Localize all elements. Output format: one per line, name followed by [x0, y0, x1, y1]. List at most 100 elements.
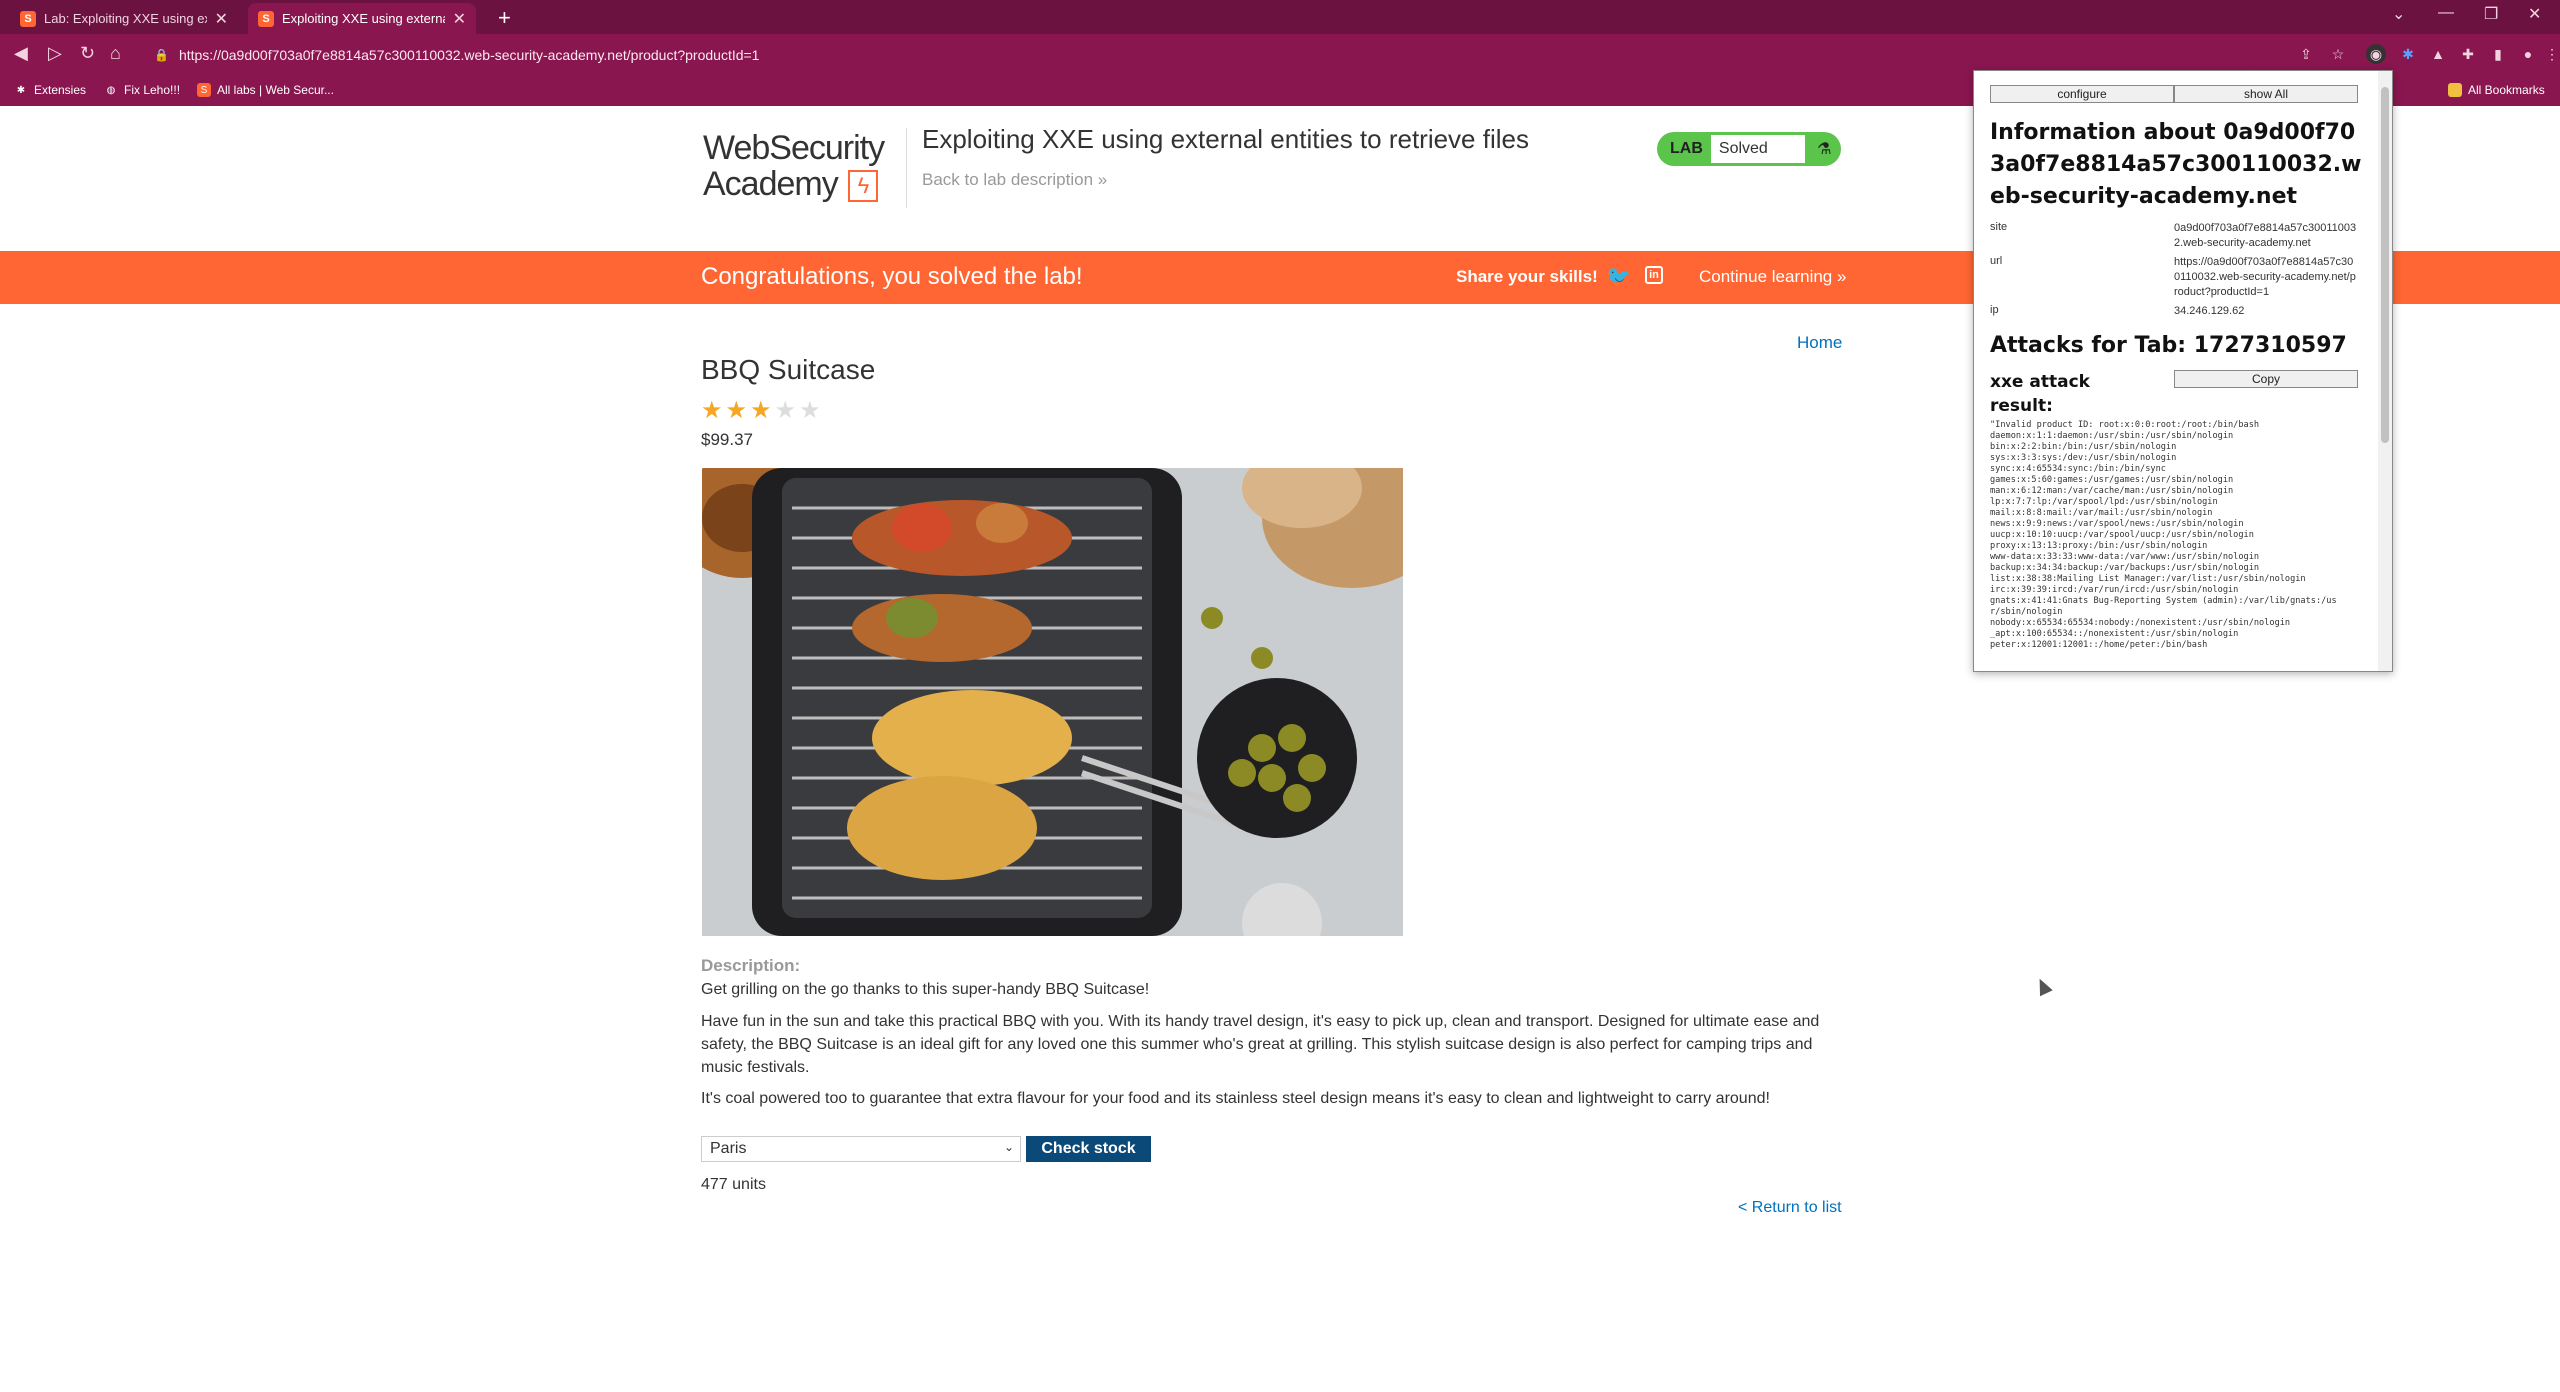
home-link[interactable]: Home	[1797, 333, 1842, 353]
url-text: https://0a9d00f703a0f7e8814a57c300110032…	[178, 47, 760, 63]
address-bar[interactable]: 🔒 https://0a9d00f703a0f7e8814a57c3001100…	[146, 40, 2256, 70]
close-tab-icon[interactable]: ✕	[215, 9, 228, 29]
lab-title: Exploiting XXE using external entities t…	[922, 124, 1529, 154]
scrollbar-thumb[interactable]	[2381, 87, 2389, 443]
lightning-icon: ϟ	[848, 170, 878, 202]
return-to-list-link[interactable]: < Return to list	[1738, 1199, 1842, 1217]
lock-icon[interactable]: 🔒	[154, 48, 169, 62]
bookmark-fix-leho[interactable]: ◍ Fix Leho!!!	[104, 83, 180, 97]
portswigger-icon: S	[197, 83, 211, 97]
share-icon[interactable]: ⇪	[2296, 44, 2316, 64]
close-window-icon[interactable]: ✕	[2528, 4, 2541, 24]
logo-line2: Academy	[703, 165, 839, 203]
portswigger-favicon-icon: S	[20, 10, 36, 27]
linkedin-icon[interactable]: in	[1645, 266, 1663, 284]
continue-label: Continue learning	[1699, 267, 1833, 286]
lab-label: LAB	[1670, 140, 1703, 157]
ip-row: ip 34.246.129.62	[1990, 304, 2362, 319]
close-tab-icon[interactable]: ✕	[453, 9, 466, 29]
lab-status-badge: LAB Solved ⚗	[1657, 132, 1841, 166]
header-divider	[906, 128, 907, 208]
bookmark-all-labs[interactable]: S All labs | Web Secur...	[197, 83, 334, 97]
tab-lab-description[interactable]: S Lab: Exploiting XXE using extern ✕	[10, 3, 238, 34]
show-all-button[interactable]: show All	[2174, 85, 2358, 103]
congrats-message: Congratulations, you solved the lab!	[701, 263, 1083, 290]
description-paragraph: Have fun in the sun and take this practi…	[701, 1013, 1820, 1076]
home-icon[interactable]: ⌂	[110, 43, 121, 64]
url-value: https://0a9d00f703a0f7e8814a57c300110032…	[2174, 256, 2356, 298]
tab-active-lab[interactable]: S Exploiting XXE using external en ✕	[248, 3, 476, 34]
portswigger-favicon-icon: S	[258, 10, 274, 27]
restore-icon[interactable]: ❐	[2484, 4, 2498, 24]
ip-value: 34.246.129.62	[2174, 305, 2245, 317]
star-filled-icon: ★	[701, 397, 723, 424]
description-label: Description:	[701, 956, 801, 975]
configure-button[interactable]: configure	[1990, 85, 2174, 103]
mouse-cursor-icon	[2033, 975, 2053, 997]
extension-popup: configure show All Information about 0a9…	[1973, 70, 2393, 672]
bookmark-label: Fix Leho!!!	[124, 83, 181, 97]
browser-tab-bar: S Lab: Exploiting XXE using extern ✕ S E…	[0, 0, 2560, 34]
web-security-academy-logo[interactable]: WebSecurity Academy ϟ	[703, 130, 903, 206]
continue-learning-link[interactable]: Continue learning »	[1699, 267, 1846, 287]
back-link-label: Back to lab description	[922, 170, 1094, 189]
site-label: site	[1990, 221, 2008, 233]
popup-scrollbar[interactable]	[2378, 71, 2392, 671]
tab-title: Exploiting XXE using external en	[282, 11, 445, 26]
lab-status: Solved	[1710, 135, 1805, 163]
chevron-down-icon: ⌄	[1003, 1140, 1014, 1154]
new-tab-icon[interactable]: +	[498, 5, 511, 31]
bookmark-extensions[interactable]: ✱ Extensies	[14, 83, 86, 97]
back-to-lab-description-link[interactable]: Back to lab description »	[922, 170, 1107, 190]
extension-icon[interactable]: ▲	[2428, 44, 2448, 64]
tab-search-icon[interactable]: ⌄	[2392, 4, 2405, 24]
result-label: result:	[1990, 396, 2053, 416]
ip-label: ip	[1990, 304, 1999, 316]
extensions-icon[interactable]: ✚	[2458, 44, 2478, 64]
store-select-value: Paris	[710, 1140, 747, 1157]
all-bookmarks[interactable]: All Bookmarks	[2448, 83, 2545, 97]
back-icon[interactable]: ◀	[14, 43, 28, 64]
description-paragraph: It's coal powered too to guarantee that …	[701, 1090, 1770, 1107]
star-empty-icon: ★	[799, 397, 821, 424]
extension-active-icon[interactable]: ◉	[2366, 44, 2386, 64]
copy-button[interactable]: Copy	[2174, 370, 2358, 388]
tab-title: Lab: Exploiting XXE using extern	[44, 11, 207, 26]
site-value: 0a9d00f703a0f7e8814a57c300110032.web-sec…	[2174, 222, 2357, 249]
puzzle-icon: ✱	[16, 84, 26, 96]
chevron-right-icon: »	[1097, 170, 1108, 189]
attacks-heading: Attacks for Tab: 1727310597	[1990, 333, 2347, 358]
star-filled-icon: ★	[725, 397, 748, 424]
all-bookmarks-label: All Bookmarks	[2468, 83, 2545, 97]
twitter-icon[interactable]: 🐦	[1606, 264, 1631, 289]
bookmark-label: Extensies	[34, 83, 87, 97]
attack-name: xxe attack	[1990, 372, 2090, 392]
forward-icon[interactable]: ▷	[48, 43, 62, 64]
flask-icon: ⚗	[1810, 135, 1838, 163]
description-paragraph: Get grilling on the go thanks to this su…	[701, 981, 1150, 998]
globe-icon: ◍	[106, 84, 116, 96]
site-row: site 0a9d00f703a0f7e8814a57c300110032.we…	[1990, 221, 2362, 251]
star-filled-icon: ★	[750, 397, 772, 424]
profile-icon[interactable]: ●	[2518, 44, 2538, 64]
menu-icon[interactable]: ⋮	[2542, 44, 2560, 64]
side-panel-icon[interactable]: ▮	[2488, 44, 2508, 64]
bookmark-label: All labs | Web Secur...	[217, 83, 334, 97]
store-select[interactable]: Paris ⌄	[701, 1136, 1021, 1162]
info-heading: Information about 0a9d00f703a0f7e8814a57…	[1990, 120, 2362, 209]
bbq-photo-illustration	[702, 468, 1403, 936]
attack-result-text[interactable]: "Invalid product ID: root:x:0:0:root:/ro…	[1990, 420, 2362, 651]
extension-puzzle-blue-icon[interactable]: ✱	[2398, 44, 2418, 64]
product-image	[702, 468, 1403, 936]
bookmark-star-icon[interactable]: ☆	[2328, 44, 2348, 64]
check-stock-button[interactable]: Check stock	[1026, 1136, 1151, 1162]
logo-line1: WebSecurity	[703, 129, 885, 167]
attack-row: xxe attack result: Copy	[1990, 370, 2362, 418]
reload-icon[interactable]: ↻	[80, 43, 95, 64]
product-price: $99.37	[701, 430, 753, 449]
share-label: Share your skills!	[1456, 267, 1598, 286]
url-label: url	[1990, 255, 2003, 267]
product-title: BBQ Suitcase	[701, 354, 876, 385]
rating-stars: ★ ★ ★ ★ ★	[701, 396, 821, 425]
minimize-icon[interactable]: —	[2438, 4, 2454, 22]
